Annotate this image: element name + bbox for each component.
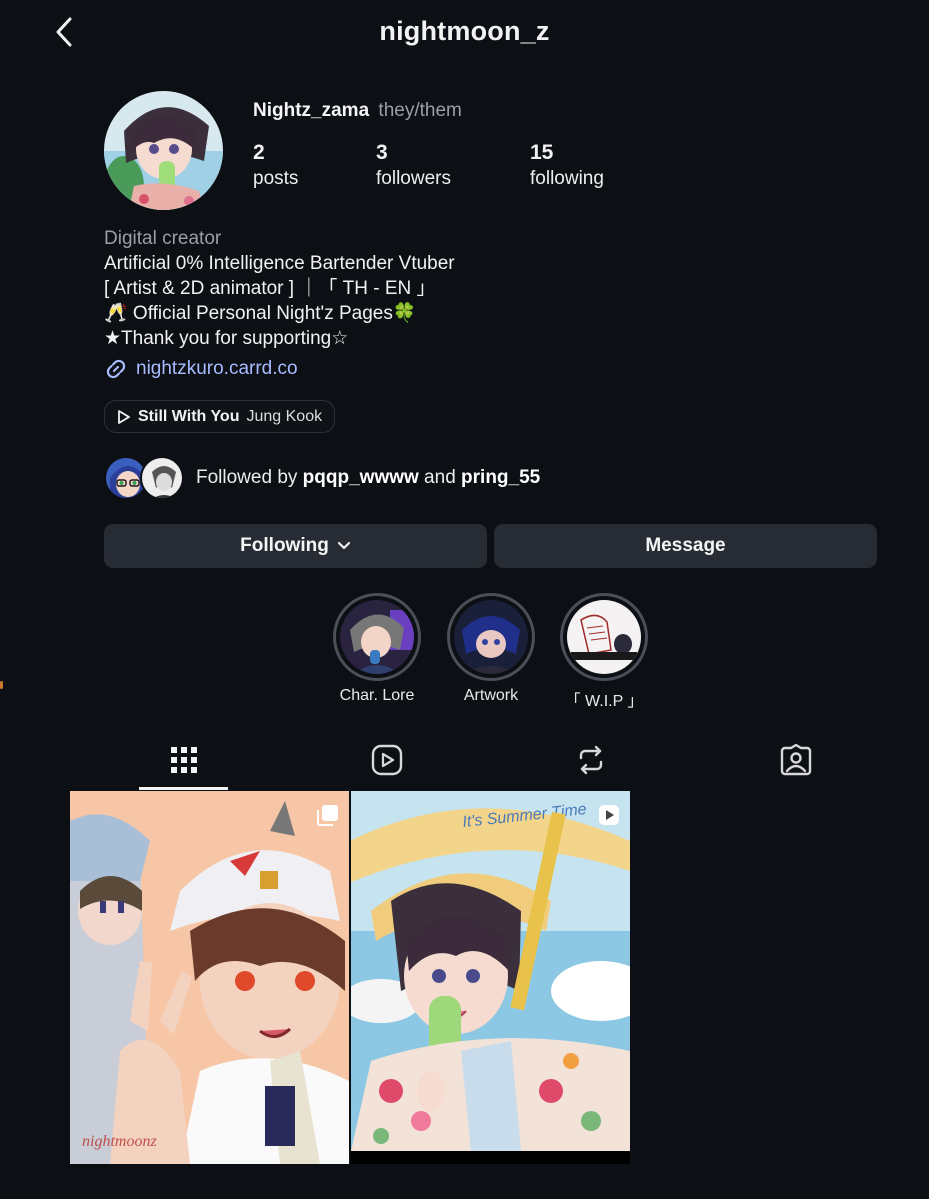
- page-title: nightmoon_z: [379, 16, 550, 46]
- bio-line: Artificial 0% Intelligence Bartender Vtu…: [104, 253, 455, 274]
- highlight-char-lore[interactable]: Char. Lore: [332, 593, 422, 705]
- stat-value: 15: [530, 141, 554, 164]
- stat-label: posts: [253, 168, 299, 189]
- display-name: Nightz_zama: [253, 100, 370, 121]
- play-icon: [118, 409, 130, 424]
- highlight-artwork[interactable]: Artwork: [446, 593, 536, 705]
- grid-post[interactable]: nightmoonz: [70, 791, 349, 1164]
- repost-icon: [579, 745, 602, 775]
- stat-value: 3: [376, 141, 388, 164]
- post-bottom-bar: [351, 1151, 630, 1164]
- mutual-username[interactable]: pring_55: [461, 467, 540, 488]
- bio-line: [ Artist & 2D animator ] ｜「 TH - EN 」: [104, 278, 436, 299]
- link-icon: [106, 359, 126, 379]
- stat-posts[interactable]: 2 posts: [253, 140, 298, 192]
- following-button[interactable]: Following: [104, 524, 487, 568]
- highlight-ring: [333, 593, 421, 681]
- profile-link[interactable]: nightzkuro.carrd.co: [104, 357, 298, 381]
- highlight-label: 「 W.I.P 」: [564, 693, 644, 710]
- bio-line: ★Thank you for supporting☆: [104, 328, 349, 349]
- highlight-label: Char. Lore: [339, 687, 415, 704]
- carousel-icon: [317, 804, 339, 826]
- mutual-username[interactable]: pqqp_wwww: [303, 467, 419, 488]
- profile-tabs: [70, 730, 898, 790]
- tab-reels[interactable]: [342, 730, 431, 790]
- grid-post[interactable]: It's Summer Time: [351, 791, 630, 1151]
- highlight-label: Artwork: [463, 687, 519, 704]
- following-button-label: Following: [240, 535, 329, 556]
- stat-label: followers: [376, 168, 451, 189]
- profile-avatar[interactable]: [104, 91, 223, 210]
- song-title: Still With You: [138, 407, 240, 425]
- followed-by-row[interactable]: Followed by pqqp_wwww and pring_55: [104, 456, 540, 500]
- bio: Digital creator Artificial 0% Intelligen…: [104, 226, 455, 351]
- category-label: Digital creator: [104, 228, 222, 249]
- stat-following[interactable]: 15 following: [530, 140, 604, 192]
- svg-text:nightmoonz: nightmoonz: [82, 1133, 157, 1150]
- stat-value: 2: [253, 141, 265, 164]
- stat-label: following: [530, 168, 604, 189]
- followed-by-conjunction: and: [418, 467, 462, 488]
- tab-tagged[interactable]: [751, 730, 840, 790]
- message-button[interactable]: Message: [494, 524, 877, 568]
- highlight-ring: [560, 593, 648, 681]
- highlight-wip[interactable]: 「 W.I.P 」: [559, 593, 649, 711]
- bio-line: 🥂 Official Personal Night'z Pages🍀: [104, 303, 417, 324]
- profile-link-text: nightzkuro.carrd.co: [136, 358, 298, 379]
- tab-grid[interactable]: [139, 730, 228, 790]
- music-pill[interactable]: Still With You Jung Kook: [104, 400, 336, 433]
- reel-icon: [598, 804, 620, 826]
- highlight-ring: [447, 593, 535, 681]
- followed-by-text: Followed by pqqp_wwww and pring_55: [196, 467, 540, 489]
- reels-icon: [371, 744, 402, 776]
- song-artist: Jung Kook: [246, 407, 323, 425]
- followed-by-prefix: Followed by: [196, 467, 303, 488]
- profile-name-row: Nightz_zama they/them: [253, 100, 462, 122]
- top-bar: nightmoon_z: [0, 0, 929, 66]
- pronouns: they/them: [378, 100, 462, 121]
- avatar: [140, 456, 184, 500]
- tab-reposts[interactable]: [546, 730, 635, 790]
- tagged-icon: [780, 744, 811, 776]
- grid-icon: [170, 747, 197, 773]
- edge-indicator: [0, 681, 3, 689]
- chevron-down-icon: [337, 541, 350, 550]
- stat-followers[interactable]: 3 followers: [376, 140, 451, 192]
- message-button-label: Message: [645, 535, 726, 556]
